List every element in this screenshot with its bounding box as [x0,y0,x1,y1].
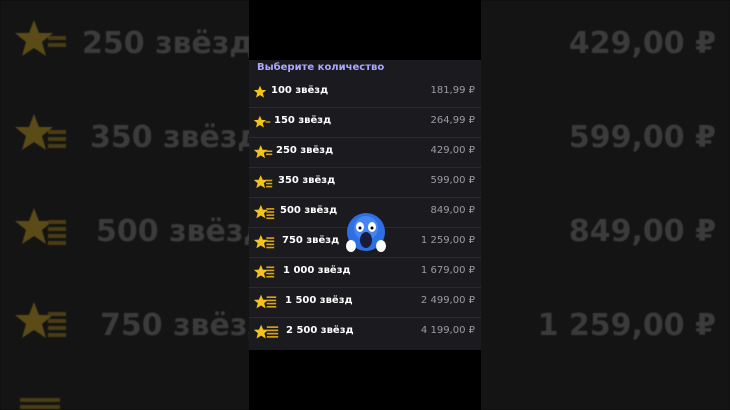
star-option-row[interactable]: 100 звёзд 181,99 ₽ [249,78,481,108]
star-icon [253,264,275,279]
star-stack-icon [20,398,60,409]
bg-row-label: 500 звёзд [96,214,268,249]
star-option-row[interactable]: 350 звёзд 599,00 ₽ [249,168,481,198]
star-option-price: 1 679,00 ₽ [420,265,475,276]
star-option-quantity: 500 звёзд [280,205,338,216]
star-icon [253,234,275,249]
bg-row-price: 429,00 ₽ [568,26,716,61]
star-option-quantity: 350 звёзд [278,175,336,186]
bg-row-label: 350 звёзд [90,120,262,155]
star-icon [253,145,273,159]
star-option-quantity: 1 000 звёзд [283,265,351,276]
star-stack-icon [15,114,66,150]
bg-row-label: 250 звёзд [82,26,254,61]
star-icon [253,294,277,309]
star-option-price: 181,99 ₽ [430,85,475,96]
star-stack-icon [15,208,66,245]
star-option-price: 264,99 ₽ [430,115,475,126]
star-option-price: 4 199,00 ₽ [420,325,475,336]
star-option-quantity: 750 звёзд [282,235,340,246]
star-option-price: 1 259,00 ₽ [420,235,475,246]
star-stack-icon [15,20,66,56]
star-icon [253,324,279,339]
star-option-quantity: 150 звёзд [274,115,332,126]
star-option-row[interactable]: 2 500 звёзд 4 199,00 ₽ [249,318,481,347]
bg-row-price: 1 259,00 ₽ [537,308,716,343]
star-option-quantity: 100 звёзд [271,85,329,96]
star-option-row[interactable]: 1 500 звёзд 2 499,00 ₽ [249,288,481,318]
star-stack-icon [15,302,66,338]
screaming-face-emoji-icon [346,213,386,252]
star-option-price: 429,00 ₽ [430,145,475,156]
star-option-quantity: 1 500 звёзд [285,295,353,306]
star-icon [253,175,273,189]
star-option-price: 599,00 ₽ [430,175,475,186]
star-icon [253,85,267,98]
star-option-row[interactable]: 150 звёзд 264,99 ₽ [249,108,481,138]
bg-row-price: 849,00 ₽ [568,214,716,249]
star-option-row[interactable]: 1 000 звёзд 1 679,00 ₽ [249,258,481,288]
star-icon [253,204,275,220]
star-option-quantity: 2 500 звёзд [286,325,354,336]
bg-row-label: 750 звёзд [100,308,272,343]
bg-row-price: 599,00 ₽ [568,120,716,155]
panel-title: Выберите количество [257,62,385,73]
star-icon [253,115,271,128]
star-option-quantity: 250 звёзд [276,145,334,156]
star-quantity-panel: Выберите количество 100 звёзд 181,99 ₽ 1… [249,60,481,350]
star-option-price: 849,00 ₽ [430,205,475,216]
star-option-price: 2 499,00 ₽ [420,295,475,306]
star-option-row[interactable]: 250 звёзд 429,00 ₽ [249,138,481,168]
